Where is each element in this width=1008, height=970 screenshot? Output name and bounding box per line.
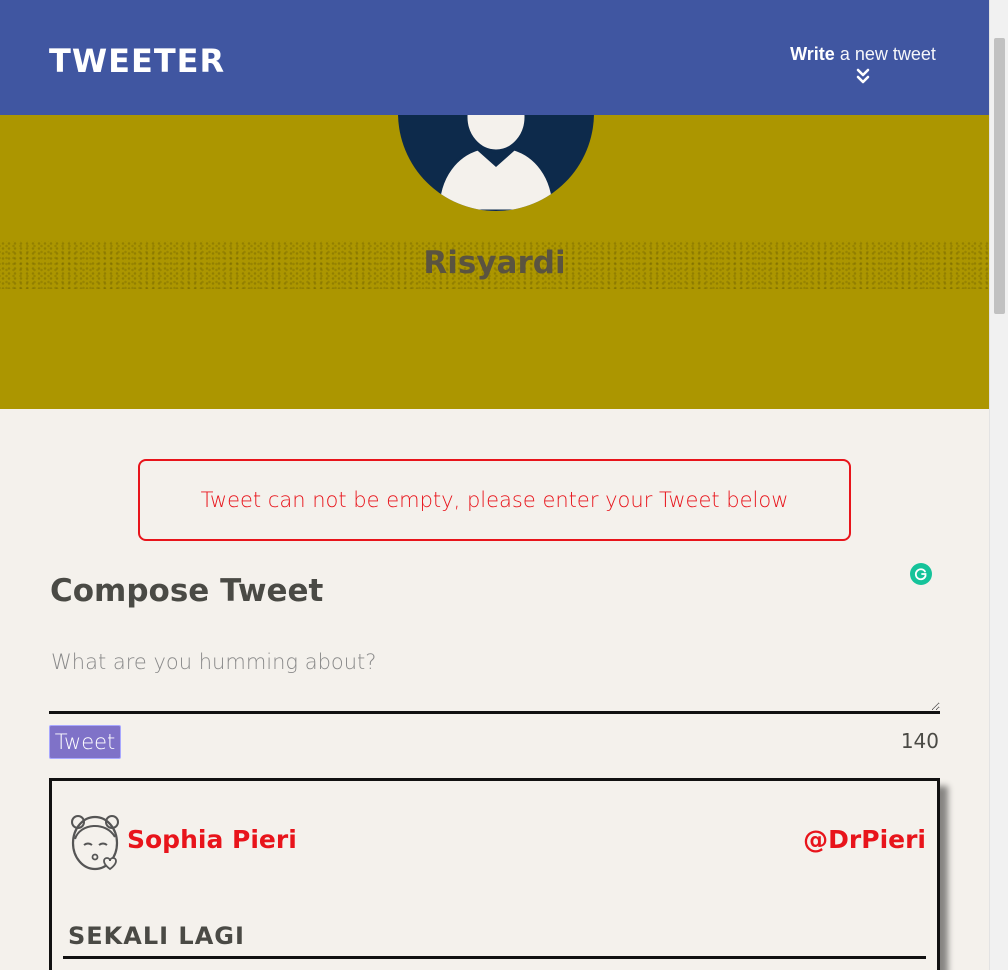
scrollbar-thumb[interactable]	[994, 38, 1005, 314]
tweet-content: Sekali lagi	[68, 922, 245, 950]
error-text: Tweet can not be empty, please enter you…	[200, 488, 789, 512]
tweet-author-name: Sophia Pieri	[127, 825, 297, 854]
page-scrollbar[interactable]	[989, 0, 1008, 970]
profile-avatar	[398, 115, 594, 211]
write-label-rest: a new tweet	[834, 44, 936, 64]
grammarly-g-icon	[914, 568, 927, 581]
user-silhouette-icon	[436, 115, 556, 211]
tweet-input[interactable]	[49, 640, 940, 714]
profile-name: Risyardi	[423, 245, 566, 281]
tweet-submit-button[interactable]: Tweet	[49, 725, 121, 759]
tweet-author-handle: @DrPieri	[803, 825, 926, 854]
app-logo[interactable]: TWEETER	[49, 42, 225, 80]
tweet-divider	[63, 956, 926, 959]
tweet-card: Sophia Pieri @DrPieri Sekali lagi	[49, 778, 940, 970]
double-chevron-down-icon	[856, 68, 870, 84]
compose-title: Compose Tweet	[50, 573, 324, 609]
error-message: Tweet can not be empty, please enter you…	[138, 459, 851, 541]
character-counter: 140	[900, 729, 939, 753]
profile-header: Risyardi	[0, 115, 989, 409]
girl-avatar-icon	[71, 815, 119, 871]
top-nav: TWEETER Write a new tweet	[0, 0, 989, 115]
write-label-strong: Write	[790, 44, 835, 64]
grammarly-icon[interactable]	[910, 563, 932, 585]
write-new-tweet-toggle[interactable]: Write a new tweet	[788, 44, 938, 84]
